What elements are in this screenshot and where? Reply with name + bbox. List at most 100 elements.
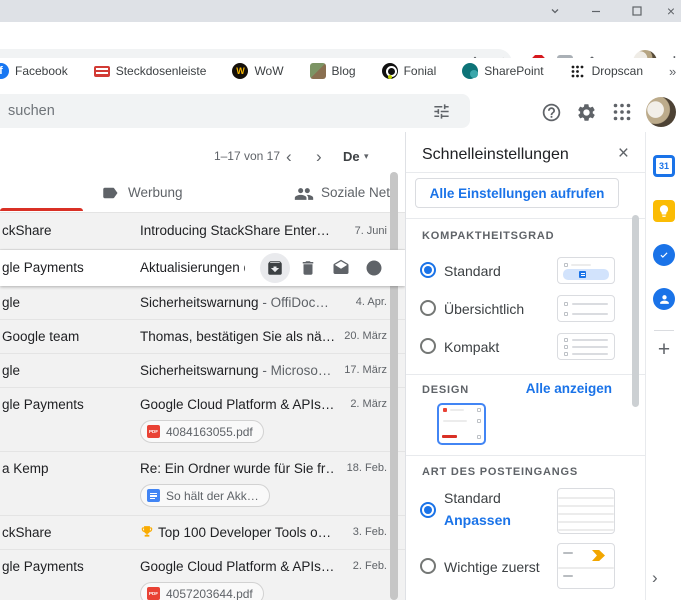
inbox-wichtige-thumb	[557, 543, 615, 589]
bookmark-wow[interactable]: W WoW	[232, 63, 284, 79]
keep-icon[interactable]	[653, 200, 675, 222]
window-minimize-icon[interactable]	[589, 4, 603, 18]
snooze-icon[interactable]	[359, 253, 389, 283]
window-titlebar: ×	[0, 0, 681, 22]
density-standard-thumb	[557, 257, 615, 284]
dropscan-icon	[570, 63, 586, 79]
bookmarks-overflow-chevron[interactable]: »	[669, 64, 676, 79]
active-tab-indicator	[0, 208, 83, 211]
email-date: 7. Juni	[354, 225, 387, 237]
customize-link[interactable]: Anpassen	[444, 512, 511, 528]
bookmark-sharepoint[interactable]: SharePoint	[462, 63, 544, 79]
email-rows: ckShare Introducing StackShare Enter… 7.…	[0, 212, 405, 600]
importance-marker-icon	[592, 550, 605, 561]
theme-thumbnail-selected[interactable]	[437, 403, 486, 445]
apps-grid-icon[interactable]	[610, 100, 634, 124]
search-input[interactable]: suchen	[0, 94, 470, 128]
get-addons-icon[interactable]: +	[646, 338, 681, 362]
tab-search-chevron-icon[interactable]	[548, 4, 562, 18]
search-options-tune-icon[interactable]	[429, 99, 453, 123]
collapse-side-panel-icon[interactable]: ›	[652, 568, 658, 588]
see-all-themes-link[interactable]: Alle anzeigen	[526, 381, 612, 396]
tab-werbung[interactable]: Werbung	[128, 185, 183, 200]
inbox-tabs: Werbung Soziale Netz	[0, 172, 405, 211]
density-kompakt-thumb	[557, 333, 615, 360]
radio-inbox-wichtige[interactable]	[420, 558, 436, 574]
density-option-label: Kompakt	[444, 339, 500, 355]
email-row[interactable]: gle Payments Google Cloud Platform & API…	[0, 550, 405, 600]
pdf-icon: PDF	[147, 425, 160, 438]
page-next-icon[interactable]: ›	[316, 141, 322, 172]
attachment-chip[interactable]: So hält der Akk…	[140, 484, 270, 507]
radio-density-standard[interactable]	[420, 262, 436, 278]
email-date: 3. Feb.	[352, 526, 387, 538]
density-uebersichtlich-thumb	[557, 295, 615, 322]
bookmark-steckdosenleiste[interactable]: Steckdosenleiste	[93, 63, 206, 79]
bookmark-dropscan[interactable]: Dropscan	[570, 63, 643, 79]
facebook-icon: f	[0, 63, 9, 79]
radio-density-uebersichtlich[interactable]	[420, 300, 436, 316]
tag-icon	[101, 184, 119, 202]
bookmarks-bar: f Facebook Steckdosenleiste W WoW Blog F…	[0, 58, 681, 85]
people-icon	[294, 184, 314, 202]
chevron-down-icon: ▾	[364, 151, 369, 161]
email-row[interactable]: gle Sicherheitswarnung - OffiDoc… 4. Apr…	[0, 286, 405, 320]
mark-read-icon[interactable]	[326, 253, 356, 283]
email-row[interactable]: Google team Thomas, bestätigen Sie als n…	[0, 320, 405, 354]
email-row[interactable]: ckShare Introducing StackShare Enter… 7.…	[0, 213, 405, 250]
panel-scrollbar[interactable]	[632, 215, 639, 407]
help-icon[interactable]	[539, 100, 563, 124]
email-date: 2. Feb.	[352, 560, 387, 572]
delete-icon[interactable]	[293, 253, 323, 283]
archive-icon[interactable]	[260, 253, 290, 283]
inbox-standard-thumb	[557, 488, 615, 534]
bookmark-blog[interactable]: Blog	[309, 63, 356, 79]
window-close-icon[interactable]: ×	[664, 3, 678, 19]
calendar-icon[interactable]: 31	[653, 155, 675, 177]
inbox-option-label: Standard	[444, 490, 501, 506]
pdf-icon: PDF	[147, 587, 160, 600]
email-date: 18. Feb.	[346, 462, 387, 474]
email-row[interactable]: ckShare Top 100 Developer Tools o… 3. Fe…	[0, 516, 405, 550]
tab-soziale[interactable]: Soziale Netz	[321, 185, 397, 200]
radio-inbox-standard[interactable]	[420, 502, 436, 518]
email-list-pane: 1–17 von 17 ‹ › De ▾ Werbung Soziale Net…	[0, 132, 405, 600]
wow-icon: W	[232, 63, 249, 79]
attachment-chip[interactable]: PDF 4084163055.pdf	[140, 420, 264, 443]
gmail-profile-avatar[interactable]	[646, 97, 676, 127]
email-row-hovered[interactable]: gle Payments Aktualisierungen de…	[0, 250, 405, 286]
tasks-icon[interactable]	[653, 244, 675, 266]
density-option-label: Übersichtlich	[444, 301, 525, 317]
quick-settings-panel: Schnelleinstellungen × Alle Einstellunge…	[406, 132, 645, 600]
search-placeholder: suchen	[8, 103, 55, 119]
side-rail: 31 + ›	[645, 132, 681, 600]
email-row[interactable]: gle Sicherheitswarnung - Microso… 17. Mä…	[0, 354, 405, 388]
docs-icon	[147, 489, 160, 502]
contacts-icon[interactable]	[653, 288, 675, 310]
email-date: 4. Apr.	[355, 296, 387, 308]
attachment-chip[interactable]: PDF 4057203644.pdf	[140, 582, 264, 600]
bookmark-facebook[interactable]: f Facebook	[0, 63, 68, 79]
powerstrip-icon	[93, 63, 110, 79]
radio-density-kompakt[interactable]	[420, 338, 436, 354]
inbox-option-label: Wichtige zuerst	[444, 559, 540, 575]
page-prev-icon[interactable]: ‹	[286, 141, 292, 172]
sharepoint-icon	[462, 63, 479, 79]
panel-title: Schnelleinstellungen	[422, 146, 569, 163]
email-date: 17. März	[344, 364, 387, 376]
browser-window: × ☆ ABP ⋮ f Facebook Steckdosenleiste	[0, 0, 681, 600]
close-icon[interactable]: ×	[618, 144, 629, 164]
row-actions	[260, 253, 389, 283]
email-row[interactable]: gle Payments Google Cloud Platform & API…	[0, 388, 405, 452]
rail-divider	[654, 330, 674, 331]
browser-toolbar: ☆ ABP ⋮	[0, 22, 681, 77]
window-maximize-icon[interactable]	[630, 4, 644, 18]
list-scrollbar[interactable]	[390, 172, 398, 600]
input-language-selector[interactable]: De	[343, 141, 360, 172]
pagination-label: 1–17 von 17	[213, 149, 280, 163]
email-row[interactable]: a Kemp Re: Ein Ordner wurde für Sie fr… …	[0, 452, 405, 516]
settings-gear-icon[interactable]	[574, 100, 598, 124]
bookmark-fonial[interactable]: Fonial	[381, 63, 436, 79]
all-settings-button[interactable]: Alle Einstellungen aufrufen	[415, 178, 619, 208]
blog-icon	[309, 63, 326, 79]
